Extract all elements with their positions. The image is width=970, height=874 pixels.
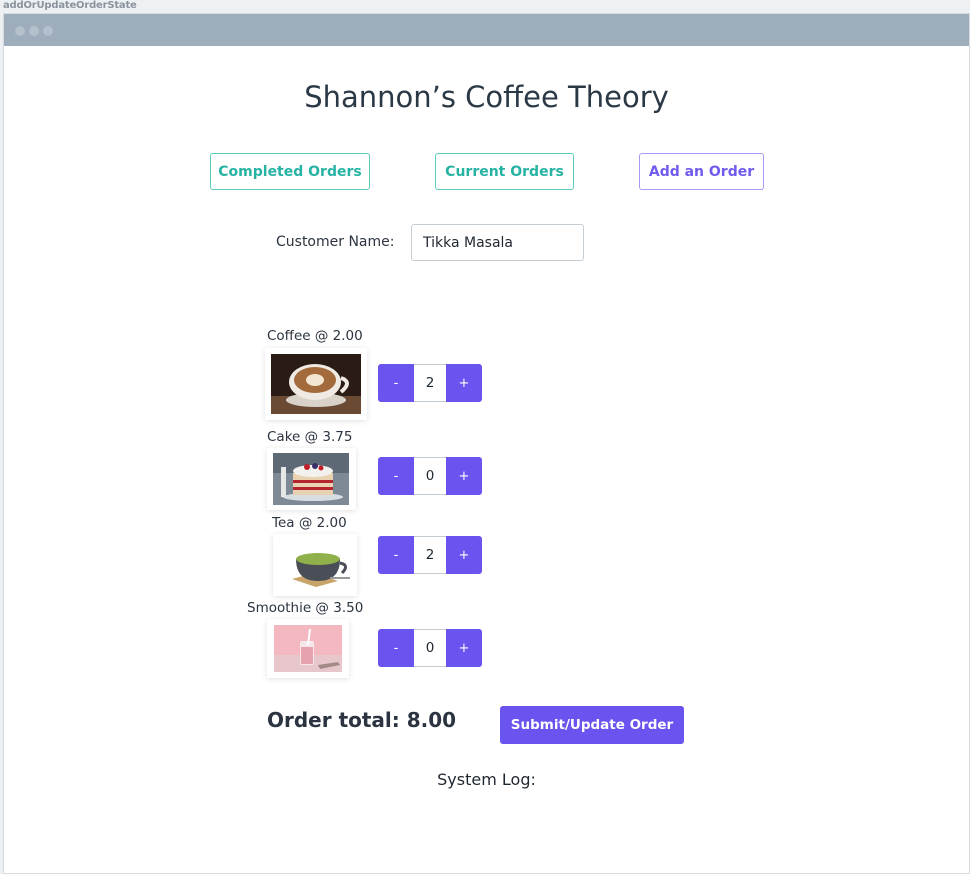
increment-button[interactable]: + xyxy=(446,536,482,574)
system-log-label: System Log: xyxy=(437,770,536,789)
customer-name-input[interactable] xyxy=(411,224,584,261)
decrement-button[interactable]: - xyxy=(378,457,414,495)
quantity-stepper-smoothie: - 0 + xyxy=(378,629,487,667)
quantity-value[interactable]: 0 xyxy=(414,629,446,667)
item-label-cake: Cake @ 3.75 xyxy=(267,429,353,445)
quantity-stepper-cake: - 0 + xyxy=(378,457,487,495)
coffee-cup-photo xyxy=(265,348,367,420)
decrement-button[interactable]: - xyxy=(378,536,414,574)
quantity-value[interactable]: 2 xyxy=(414,536,446,574)
completed-orders-button[interactable]: Completed Orders xyxy=(210,153,370,190)
tea-cup-photo xyxy=(273,534,357,596)
decrement-button[interactable]: - xyxy=(378,629,414,667)
quantity-stepper-coffee: - 2 + xyxy=(378,364,487,402)
current-orders-button[interactable]: Current Orders xyxy=(435,153,574,190)
item-label-tea: Tea @ 2.00 xyxy=(272,515,347,531)
window-dot-icon[interactable] xyxy=(29,26,39,36)
quantity-stepper-tea: - 2 + xyxy=(378,536,487,574)
page-title: Shannon’s Coffee Theory xyxy=(304,80,669,114)
increment-button[interactable]: + xyxy=(446,629,482,667)
window-dot-icon[interactable] xyxy=(43,26,53,36)
quantity-value[interactable]: 0 xyxy=(414,457,446,495)
order-total: Order total: 8.00 xyxy=(267,708,457,732)
submit-order-button[interactable]: Submit/Update Order xyxy=(500,706,684,744)
increment-button[interactable]: + xyxy=(446,364,482,402)
item-label-smoothie: Smoothie @ 3.50 xyxy=(247,600,364,616)
smoothie-glass-photo xyxy=(267,619,349,678)
item-label-coffee: Coffee @ 2.00 xyxy=(267,328,363,344)
quantity-value[interactable]: 2 xyxy=(414,364,446,402)
decrement-button[interactable]: - xyxy=(378,364,414,402)
increment-button[interactable]: + xyxy=(446,457,482,495)
window-dot-icon[interactable] xyxy=(15,26,25,36)
browser-window: Shannon’s Coffee Theory Completed Orders… xyxy=(3,13,970,874)
window-titlebar xyxy=(4,14,969,46)
add-order-button[interactable]: Add an Order xyxy=(639,153,764,190)
customer-name-label: Customer Name: xyxy=(276,234,395,250)
window-caption: addOrUpdateOrderState xyxy=(3,0,137,11)
layer-cake-photo xyxy=(267,448,356,510)
